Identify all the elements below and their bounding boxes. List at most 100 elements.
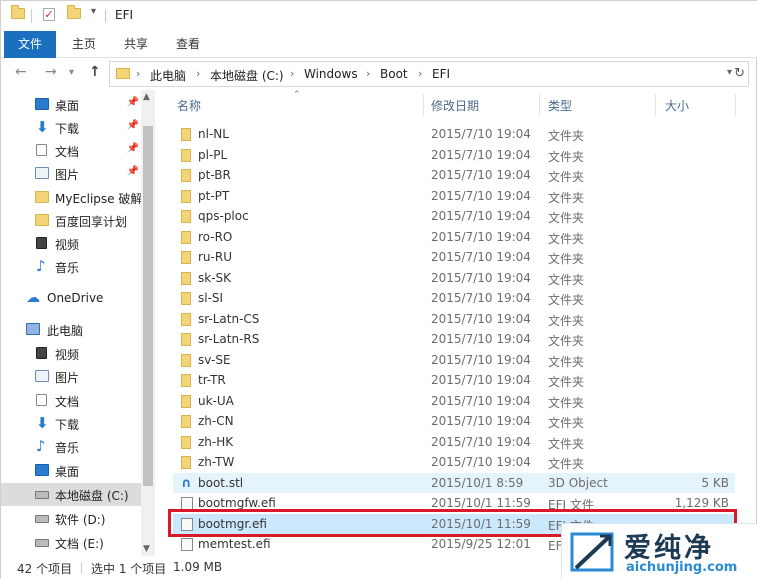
- file-row[interactable]: sv-SE 2015/7/10 19:04 文件夹: [173, 350, 735, 370]
- nav-item-downloads-pc[interactable]: ⬇ 下载: [1, 412, 141, 435]
- pin-icon[interactable]: 📌: [127, 97, 139, 108]
- navigation-bar: ← → ▾ ↑ › 此电脑 › 本地磁盘 (C:) › Windows › Bo…: [1, 58, 757, 90]
- recent-locations-chevron-icon[interactable]: ▾: [69, 67, 74, 78]
- nav-item-desktop[interactable]: 桌面 📌: [1, 93, 141, 116]
- new-folder-icon[interactable]: [67, 5, 81, 19]
- nav-item-documents[interactable]: 文档 📌: [1, 139, 141, 162]
- nav-item-drive-d[interactable]: 软件 (D:): [1, 507, 141, 530]
- folder-icon: [181, 353, 191, 367]
- nav-item-music-pc[interactable]: ♪ 音乐: [1, 435, 141, 458]
- chevron-right-icon[interactable]: ›: [366, 67, 370, 80]
- navigation-pane-scrollbar[interactable]: ▲ ▼: [141, 90, 155, 556]
- up-arrow-icon[interactable]: ↑: [89, 64, 101, 80]
- file-row[interactable]: pl-PL 2015/7/10 19:04 文件夹: [173, 145, 735, 165]
- chevron-right-icon[interactable]: ›: [290, 67, 294, 80]
- watermark: 爱纯净 aichunjing.com: [561, 523, 757, 579]
- back-arrow-icon[interactable]: ←: [15, 64, 27, 80]
- breadcrumb-this-pc[interactable]: 此电脑: [150, 67, 186, 84]
- file-row[interactable]: sr-Latn-CS 2015/7/10 19:04 文件夹: [173, 309, 735, 329]
- column-header-date[interactable]: 修改日期: [431, 97, 479, 114]
- file-size: 1,129 KB: [674, 496, 729, 510]
- address-dropdown-icon[interactable]: ▾: [727, 67, 732, 78]
- file-row[interactable]: pt-BR 2015/7/10 19:04 文件夹: [173, 165, 735, 185]
- breadcrumb-windows[interactable]: Windows: [304, 67, 358, 81]
- chevron-right-icon[interactable]: ›: [418, 67, 422, 80]
- address-bar[interactable]: › 此电脑 › 本地磁盘 (C:) › Windows › Boot › EFI…: [109, 61, 749, 87]
- drive-icon: [35, 539, 49, 547]
- nav-item-music[interactable]: ♪ 音乐: [1, 255, 141, 278]
- column-divider[interactable]: [539, 94, 540, 116]
- nav-item-label: 视频: [55, 348, 80, 362]
- file-row[interactable]: zh-HK 2015/7/10 19:04 文件夹: [173, 432, 735, 452]
- refresh-icon[interactable]: ↻: [734, 66, 745, 81]
- pin-icon[interactable]: 📌: [127, 166, 139, 177]
- file-row[interactable]: tr-TR 2015/7/10 19:04 文件夹: [173, 370, 735, 390]
- file-type: 文件夹: [548, 334, 585, 348]
- file-row[interactable]: sr-Latn-RS 2015/7/10 19:04 文件夹: [173, 329, 735, 349]
- desktop-icon: [35, 464, 49, 476]
- column-header-type[interactable]: 类型: [548, 97, 572, 114]
- file-row[interactable]: nl-NL 2015/7/10 19:04 文件夹: [173, 124, 735, 144]
- column-divider[interactable]: [423, 94, 424, 116]
- breadcrumb-boot[interactable]: Boot: [380, 67, 408, 81]
- file-name: sr-Latn-CS: [198, 311, 260, 326]
- music-icon: ♪: [36, 257, 46, 275]
- nav-item-pictures-pc[interactable]: 图片: [1, 365, 141, 388]
- column-divider[interactable]: [655, 94, 656, 116]
- file-date: 2015/7/10 19:04: [431, 291, 531, 305]
- file-row[interactable]: sl-SI 2015/7/10 19:04 文件夹: [173, 288, 735, 308]
- ribbon-tabs: 文件 主页 共享 查看: [1, 31, 757, 58]
- nav-item-videos-pc[interactable]: 视频: [1, 342, 141, 365]
- nav-item-downloads[interactable]: ⬇ 下载 📌: [1, 116, 141, 139]
- file-name: nl-NL: [198, 127, 229, 141]
- pin-icon[interactable]: 📌: [127, 143, 139, 154]
- tab-view[interactable]: 查看: [165, 31, 211, 58]
- tab-file[interactable]: 文件: [4, 31, 56, 58]
- nav-item-drive-c[interactable]: 本地磁盘 (C:): [1, 483, 141, 506]
- file-row[interactable]: ro-RO 2015/7/10 19:04 文件夹: [173, 227, 735, 247]
- file-name: ro-RO: [198, 229, 233, 244]
- nav-item-myeclipse[interactable]: MyEclipse 破解: [1, 186, 142, 209]
- file-row[interactable]: pt-PT 2015/7/10 19:04 文件夹: [173, 186, 735, 206]
- nav-item-pictures[interactable]: 图片 📌: [1, 162, 141, 185]
- scroll-up-icon[interactable]: ▲: [143, 92, 150, 102]
- properties-check-icon[interactable]: ✓: [43, 8, 55, 21]
- file-row[interactable]: ∩ boot.stl 2015/10/1 8:59 3D Object 5 KB: [173, 472, 735, 493]
- column-divider[interactable]: [735, 94, 736, 116]
- folder-icon: [35, 191, 49, 203]
- nav-item-baidu[interactable]: 百度回享计划: [1, 209, 141, 232]
- tab-home[interactable]: 主页: [61, 31, 107, 58]
- nav-item-drive-e[interactable]: 文档 (E:): [1, 531, 141, 554]
- file-row[interactable]: ru-RU 2015/7/10 19:04 文件夹: [173, 247, 735, 267]
- file-date: 2015/7/10 19:04: [431, 414, 531, 428]
- quick-access-dropdown-icon[interactable]: ▾: [91, 6, 96, 17]
- scrollbar-thumb[interactable]: [143, 126, 153, 486]
- breadcrumb-local-disk[interactable]: 本地磁盘 (C:): [210, 67, 284, 84]
- tab-share[interactable]: 共享: [113, 31, 159, 58]
- nav-item-videos[interactable]: 视频: [1, 232, 141, 255]
- chevron-right-icon[interactable]: ›: [196, 67, 200, 80]
- nav-item-documents-pc[interactable]: 文档: [1, 389, 141, 412]
- column-header-size[interactable]: 大小: [665, 97, 689, 114]
- column-header-name[interactable]: 名称: [177, 97, 201, 114]
- nav-item-onedrive[interactable]: ☁ OneDrive: [1, 287, 141, 310]
- nav-item-label: 桌面: [55, 99, 80, 113]
- chevron-right-icon[interactable]: ›: [136, 67, 140, 80]
- pin-icon[interactable]: 📌: [127, 120, 139, 131]
- file-name: zh-CN: [198, 414, 234, 428]
- file-date: 2015/7/10 19:04: [431, 209, 531, 223]
- file-row[interactable]: zh-CN 2015/7/10 19:04 文件夹: [173, 411, 735, 431]
- nav-item-this-pc[interactable]: 此电脑: [1, 318, 141, 341]
- file-row[interactable]: zh-TW 2015/7/10 19:04 文件夹: [173, 452, 735, 472]
- file-row[interactable]: uk-UA 2015/7/10 19:04 文件夹: [173, 391, 735, 411]
- forward-arrow-icon[interactable]: →: [45, 64, 57, 80]
- file-type: 文件夹: [548, 231, 585, 246]
- status-selection: 选中 1 个项目: [91, 562, 167, 576]
- file-row[interactable]: qps-ploc 2015/7/10 19:04 文件夹: [173, 206, 735, 226]
- folder-icon: [11, 5, 25, 19]
- file-row[interactable]: sk-SK 2015/7/10 19:04 文件夹: [173, 268, 735, 288]
- breadcrumb-efi[interactable]: EFI: [432, 67, 450, 81]
- nav-item-desktop-pc[interactable]: 桌面: [1, 459, 141, 482]
- scroll-down-icon[interactable]: ▼: [143, 544, 150, 554]
- file-date: 2015/7/10 19:04: [431, 311, 531, 326]
